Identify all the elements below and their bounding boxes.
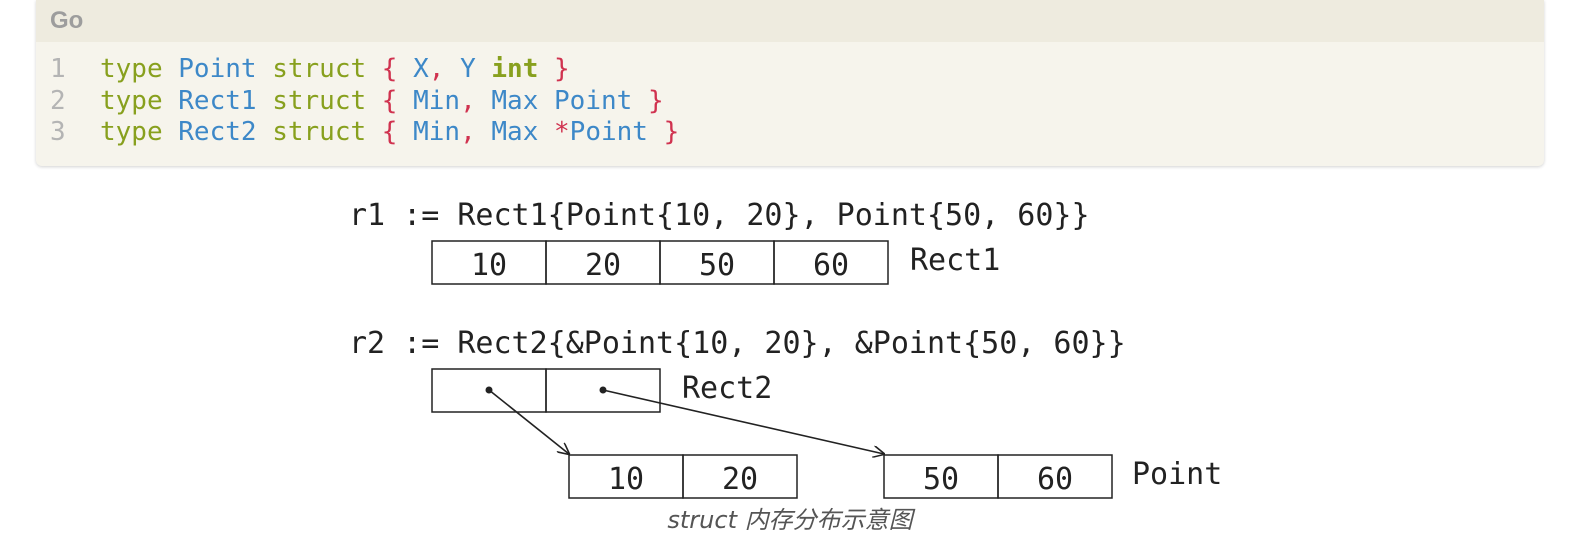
rect2-struct [431,368,661,413]
code-token: Rect1 [178,85,257,116]
code-token: struct [272,117,367,147]
code-token: } [554,54,570,84]
point-a-value: 10 [608,462,644,497]
language-label: Go [50,7,84,34]
code-token: struct [272,85,367,116]
memory-layout-diagram: r1 := Rect1{Point{10, 20}, Point{50, 60}… [349,198,1222,499]
code-token: { [381,54,398,84]
code-token: Min [413,117,461,147]
code-text: type Rect1 struct { Min, Max Point } [100,86,664,118]
figure-caption: struct 内存分布示意图 [667,506,913,534]
code-token: Rect2 [178,117,257,147]
code-token: Min [413,85,461,116]
point-a-struct [568,454,798,499]
code-token: struct [272,54,367,84]
rect2-label: Rect2 [682,371,772,406]
min-pointer-arrow [488,389,569,454]
code-token: type [100,54,163,84]
point-b-struct [883,454,1113,499]
line-number: 1 [50,54,66,84]
point-a-value: 20 [722,462,758,497]
code-line: 3 type Rect2 struct { Min, Max *Point } [36,117,1544,149]
rect1-value: 60 [813,248,849,283]
code-token: type [100,117,163,147]
code-token: Point [569,117,648,147]
r1-declaration: r1 := Rect1{Point{10, 20}, Point{50, 60}… [349,198,1090,233]
code-token: X [413,54,429,84]
code-block: Go 1 type Point struct { X, Y int } 2 type … [36,0,1544,166]
code-token: { [381,85,398,116]
rect1-value: 10 [471,248,507,283]
code-token: } [647,85,664,116]
code-token: Point [178,54,257,84]
line-number: 2 [50,85,66,116]
code-token: Max [491,117,539,147]
code-token: , [428,54,445,84]
code-token: , [460,117,476,147]
code-token: type [100,85,163,116]
code-text: type Rect2 struct { Min, Max *Point } [100,117,679,149]
code-token: , [460,85,476,116]
code-body: 1 type Point struct { X, Y int } 2 type Rec… [36,42,1544,149]
code-line: 2 type Rect1 struct { Min, Max Point } [36,86,1544,118]
code-token: } [663,117,680,147]
code-text: type Point struct { X, Y int } [100,54,570,86]
code-token: Point [554,85,633,116]
code-token: * [554,117,570,147]
code-token: Y [460,54,476,84]
code-token: Max [491,85,539,116]
rect1-value: 50 [699,248,735,283]
r2-declaration: r2 := Rect2{&Point{10, 20}, &Point{50, 6… [349,326,1126,361]
rect1-value: 20 [585,248,621,283]
point-label: Point [1132,457,1222,492]
point-b-value: 50 [923,462,959,497]
code-token: int [491,54,539,84]
point-b-value: 60 [1037,462,1073,497]
code-line: 1 type Point struct { X, Y int } [36,54,1544,86]
code-token: { [381,117,398,147]
line-number: 3 [50,117,66,147]
code-block-header: Go [36,0,1544,42]
rect1-label: Rect1 [910,243,1000,278]
